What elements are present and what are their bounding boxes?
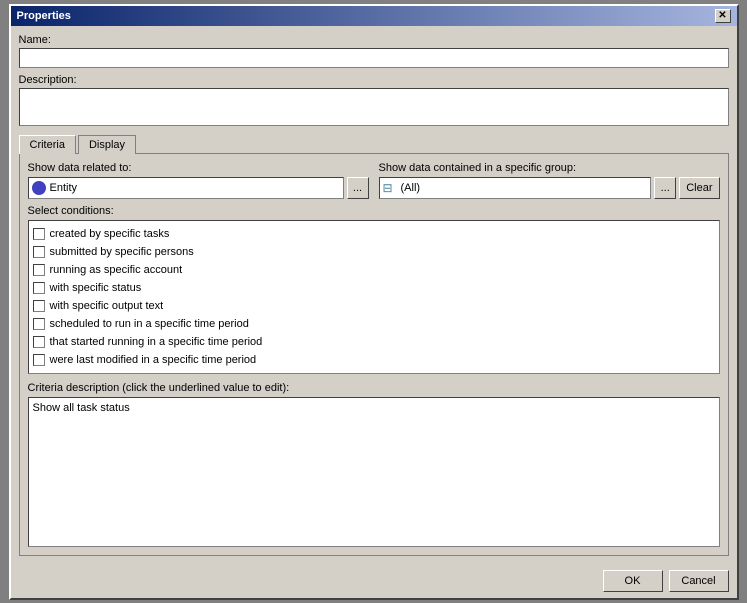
condition-label-running-as-account: running as specific account xyxy=(50,264,183,276)
checkbox-submitted-by-persons[interactable] xyxy=(33,246,45,258)
criteria-two-col: Show data related to: Entity ... Show da… xyxy=(28,162,720,199)
tabs-container: Criteria Display xyxy=(19,135,729,154)
checkbox-scheduled-to-run[interactable] xyxy=(33,318,45,330)
criteria-description-label: Criteria description (click the underlin… xyxy=(28,382,720,394)
condition-with-specific-output: with specific output text xyxy=(33,297,715,315)
checkbox-with-specific-output[interactable] xyxy=(33,300,45,312)
entity-field[interactable]: Entity xyxy=(28,177,344,199)
condition-label-that-started-running: that started running in a specific time … xyxy=(50,336,263,348)
name-input[interactable] xyxy=(19,48,729,68)
condition-label-scheduled-to-run: scheduled to run in a specific time peri… xyxy=(50,318,249,330)
group-field[interactable]: (All) xyxy=(379,177,652,199)
title-bar: Properties ✕ xyxy=(11,6,737,26)
properties-dialog: Properties ✕ Name: Description: Criteria… xyxy=(9,4,739,600)
criteria-description-text: Show all task status xyxy=(33,402,130,414)
checkbox-created-by-tasks[interactable] xyxy=(33,228,45,240)
condition-submitted-by-persons: submitted by specific persons xyxy=(33,243,715,261)
name-label: Name: xyxy=(19,34,729,46)
group-value: (All) xyxy=(401,182,421,194)
checkbox-that-started-running[interactable] xyxy=(33,336,45,348)
condition-that-started-running: that started running in a specific time … xyxy=(33,333,715,351)
show-data-label: Show data related to: xyxy=(28,162,369,174)
name-group: Name: xyxy=(19,34,729,68)
clear-button[interactable]: Clear xyxy=(679,177,719,199)
dialog-body: Name: Description: Criteria Display Show… xyxy=(11,26,737,564)
ok-button[interactable]: OK xyxy=(603,570,663,592)
checkbox-were-last-modified[interactable] xyxy=(33,354,45,366)
entity-value: Entity xyxy=(50,182,78,194)
condition-were-last-modified: were last modified in a specific time pe… xyxy=(33,351,715,369)
group-browse-button[interactable]: ... xyxy=(654,177,676,199)
checkbox-running-as-account[interactable] xyxy=(33,264,45,276)
group-input-group: (All) ... Clear xyxy=(379,177,720,199)
condition-label-submitted-by-persons: submitted by specific persons xyxy=(50,246,194,258)
tab-content-criteria: Show data related to: Entity ... Show da… xyxy=(19,153,729,556)
tab-display[interactable]: Display xyxy=(78,135,136,154)
dialog-title: Properties xyxy=(17,10,71,22)
criteria-description-section: Criteria description (click the underlin… xyxy=(28,382,720,547)
entity-icon xyxy=(32,181,46,195)
show-group-label: Show data contained in a specific group: xyxy=(379,162,720,174)
show-data-col: Show data related to: Entity ... xyxy=(28,162,369,199)
condition-with-specific-status: with specific status xyxy=(33,279,715,297)
condition-label-with-specific-output: with specific output text xyxy=(50,300,164,312)
condition-running-as-account: running as specific account xyxy=(33,261,715,279)
condition-label-were-last-modified: were last modified in a specific time pe… xyxy=(50,354,257,366)
condition-scheduled-to-run: scheduled to run in a specific time peri… xyxy=(33,315,715,333)
tab-criteria[interactable]: Criteria xyxy=(19,135,76,154)
cancel-button[interactable]: Cancel xyxy=(669,570,729,592)
description-input[interactable] xyxy=(19,88,729,126)
entity-input-group: Entity ... xyxy=(28,177,369,199)
condition-label-created-by-tasks: created by specific tasks xyxy=(50,228,170,240)
criteria-description-box: Show all task status xyxy=(28,397,720,547)
description-group: Description: xyxy=(19,74,729,129)
show-group-col: Show data contained in a specific group:… xyxy=(379,162,720,199)
conditions-box: created by specific tasks submitted by s… xyxy=(28,220,720,374)
condition-created-by-tasks: created by specific tasks xyxy=(33,225,715,243)
group-icon xyxy=(383,181,397,195)
checkbox-with-specific-status[interactable] xyxy=(33,282,45,294)
entity-browse-button[interactable]: ... xyxy=(347,177,369,199)
dialog-footer: OK Cancel xyxy=(11,564,737,598)
select-conditions-label: Select conditions: xyxy=(28,205,720,217)
description-label: Description: xyxy=(19,74,729,86)
close-button[interactable]: ✕ xyxy=(715,9,731,23)
condition-label-with-specific-status: with specific status xyxy=(50,282,142,294)
